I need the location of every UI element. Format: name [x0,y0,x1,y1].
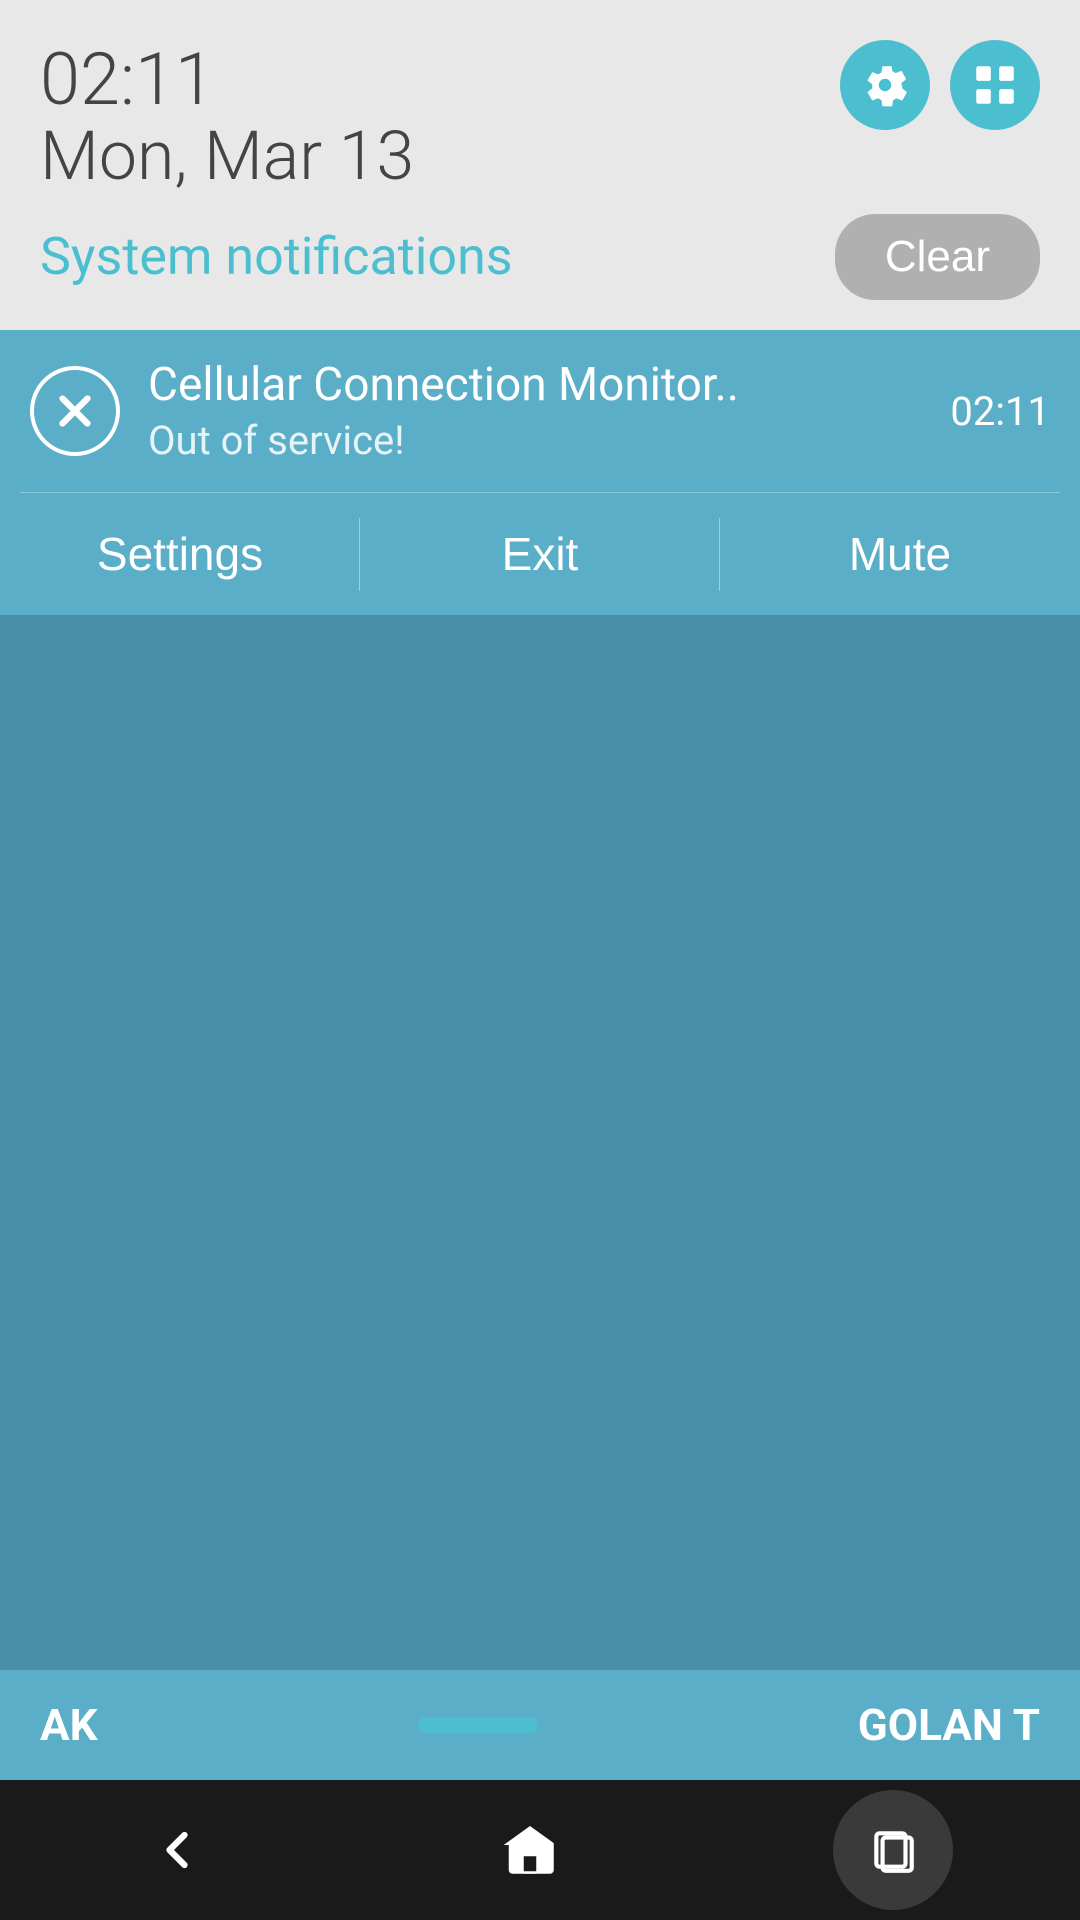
taskbar-left-label: AK [40,1699,98,1751]
notification-card: Cellular Connection Monitor.. Out of ser… [0,330,1080,615]
recents-icon [868,1825,918,1875]
close-icon [50,386,100,436]
notification-actions: Settings Exit Mute [0,493,1080,615]
taskbar-right-label: GOLAN T [858,1699,1040,1751]
settings-button[interactable] [840,40,930,130]
home-icon [500,1820,560,1880]
notification-time: 02:11 [950,388,1050,435]
notification-title: Cellular Connection Monitor.. [148,358,922,413]
header: 02:11 Mon, Mar 13 System notifications C… [0,0,1080,330]
notification-body: Out of service! [148,417,922,464]
system-notifications-label: System notifications [40,226,513,287]
mute-action-button[interactable]: Mute [720,493,1080,615]
system-notifications-row: System notifications Clear [40,214,1040,300]
header-icons [840,40,1040,130]
recents-button[interactable] [833,1790,953,1910]
back-button[interactable] [127,1800,227,1900]
main-content [0,615,1080,1745]
taskbar-indicator [418,1717,538,1733]
back-icon [147,1820,207,1880]
date-display: Mon, Mar 13 [40,119,1040,194]
grid-button[interactable] [950,40,1040,130]
clear-button[interactable]: Clear [835,214,1040,300]
dismiss-button[interactable] [30,366,120,456]
home-button[interactable] [480,1800,580,1900]
navbar [0,1780,1080,1920]
settings-action-button[interactable]: Settings [0,493,360,615]
taskbar: AK GOLAN T [0,1670,1080,1780]
notification-main: Cellular Connection Monitor.. Out of ser… [0,330,1080,492]
gear-icon [860,60,910,110]
grid-icon [970,60,1020,110]
exit-action-button[interactable]: Exit [360,493,720,615]
notification-content: Cellular Connection Monitor.. Out of ser… [148,358,922,464]
